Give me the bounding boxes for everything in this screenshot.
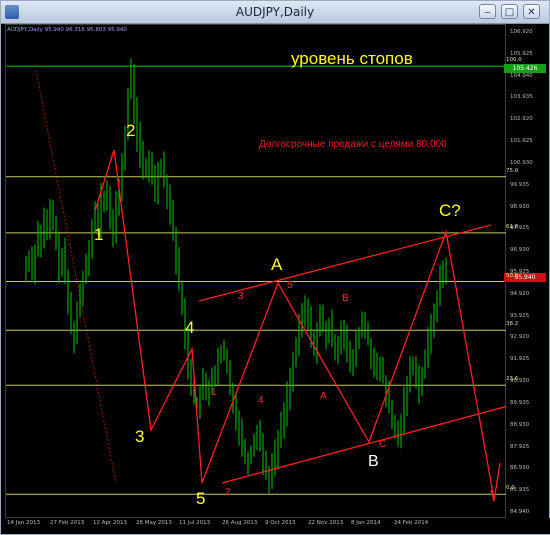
date-tick-label: 9 Oct 2013 <box>265 520 296 526</box>
stops-level-label: уровень стопов <box>291 49 413 68</box>
fib-level-label: 38.2 <box>506 321 519 328</box>
wave-label-5: 5 <box>196 489 206 508</box>
price-chart[interactable] <box>6 25 507 519</box>
date-tick-label: 28 May 2013 <box>136 520 172 526</box>
subwave-label-4: 4 <box>258 395 264 406</box>
window-titlebar[interactable]: AUDJPY,Daily ‒ □ ✕ <box>1 1 549 24</box>
date-tick-label: 8 Jan 2014 <box>351 520 381 526</box>
wave-label-1: 1 <box>94 225 104 244</box>
price-tick-label: 88.930 <box>510 421 530 428</box>
price-tick-label: 106.920 <box>510 29 533 35</box>
price-tick-label: 104.940 <box>510 72 533 79</box>
subwave-label-5: 5 <box>287 280 293 291</box>
wave-label-c-question: C? <box>439 201 461 220</box>
subwave-label-a: A <box>320 391 327 402</box>
price-tick-label: 93.925 <box>510 312 530 319</box>
candles <box>25 58 447 494</box>
price-tick-label: 100.930 <box>510 159 533 166</box>
price-tick-label: 87.925 <box>510 443 530 450</box>
maximize-button[interactable]: □ <box>501 4 518 19</box>
price-axis[interactable]: 106.920 105.925 104.940 103.935 102.920 101.9… <box>506 24 549 518</box>
fib-level-label: 61.8 <box>506 223 519 230</box>
window-title: AUDJPY,Daily <box>235 5 315 19</box>
date-tick-label: 22 Nov 2013 <box>308 520 344 526</box>
fib-level-label: 0.0 <box>506 485 515 492</box>
price-tick-label: 105.925 <box>510 50 533 57</box>
wave-label-4: 4 <box>185 318 195 337</box>
price-tick-label: 84.940 <box>510 509 530 515</box>
dotted-guide-line <box>35 69 117 484</box>
subwave-label-c: C <box>379 439 387 450</box>
price-tick-label: 89.935 <box>510 399 530 406</box>
chart-window: AUDJPY,Daily ‒ □ ✕ AUDJPY,Daily 95.940 9… <box>0 0 550 535</box>
date-tick-label: 26 Aug 2013 <box>222 520 258 526</box>
subwave-label-b: B <box>342 293 349 304</box>
subwave-label-1: 1 <box>211 387 217 398</box>
price-tick-label: 101.925 <box>510 138 533 145</box>
subwave-label-2: 2 <box>225 487 231 498</box>
close-button[interactable]: ✕ <box>523 4 540 19</box>
wave-label-a: A <box>271 255 283 274</box>
date-tick-label: 14 Jan 2013 <box>7 520 40 526</box>
fib-level-label: 75.0 <box>506 167 519 174</box>
date-tick-label: 24 Feb 2014 <box>394 520 429 526</box>
date-tick-label: 27 Feb 2013 <box>50 520 85 526</box>
price-tick-label: 103.935 <box>510 94 533 101</box>
price-tick-label: 86.930 <box>510 465 530 472</box>
price-tick-label: 92.920 <box>510 334 530 341</box>
fib-level-label: 50.0 <box>506 272 519 279</box>
price-tick-label: 96.930 <box>510 247 530 254</box>
subwave-label-3: 3 <box>238 291 244 302</box>
lower-channel-line <box>221 405 507 484</box>
fib-level-label: 23.6 <box>506 376 519 383</box>
upper-channel-line <box>198 224 492 302</box>
price-tick-label: 94.920 <box>510 290 530 297</box>
date-tick-label: 12 Apr 2013 <box>93 520 128 526</box>
price-tick-label: 99.935 <box>510 181 530 188</box>
minimize-button[interactable]: ‒ <box>479 4 496 19</box>
date-tick-label: 11 Jul 2013 <box>179 520 211 526</box>
top-price-box: 105.426 <box>504 64 546 73</box>
fib-level-label: 100.0 <box>506 57 522 64</box>
wave-label-3: 3 <box>135 427 145 446</box>
wave-label-b: B <box>368 453 379 470</box>
time-axis[interactable]: 14 Jan 2013 27 Feb 2013 12 Apr 2013 28 May … <box>5 518 550 534</box>
long-term-note: Долгосрочные продажи с целями 80.000 <box>259 139 447 150</box>
price-tick-label: 98.930 <box>510 203 530 210</box>
price-tick-label: 102.920 <box>510 116 533 123</box>
wave-label-2: 2 <box>126 121 136 140</box>
price-tick-label: 91.925 <box>510 356 530 363</box>
target-arrow <box>490 462 501 502</box>
chart-plot-area[interactable] <box>5 24 507 519</box>
chart-header: AUDJPY,Daily 95.940 96.316 95.803 95.940 <box>7 27 127 33</box>
